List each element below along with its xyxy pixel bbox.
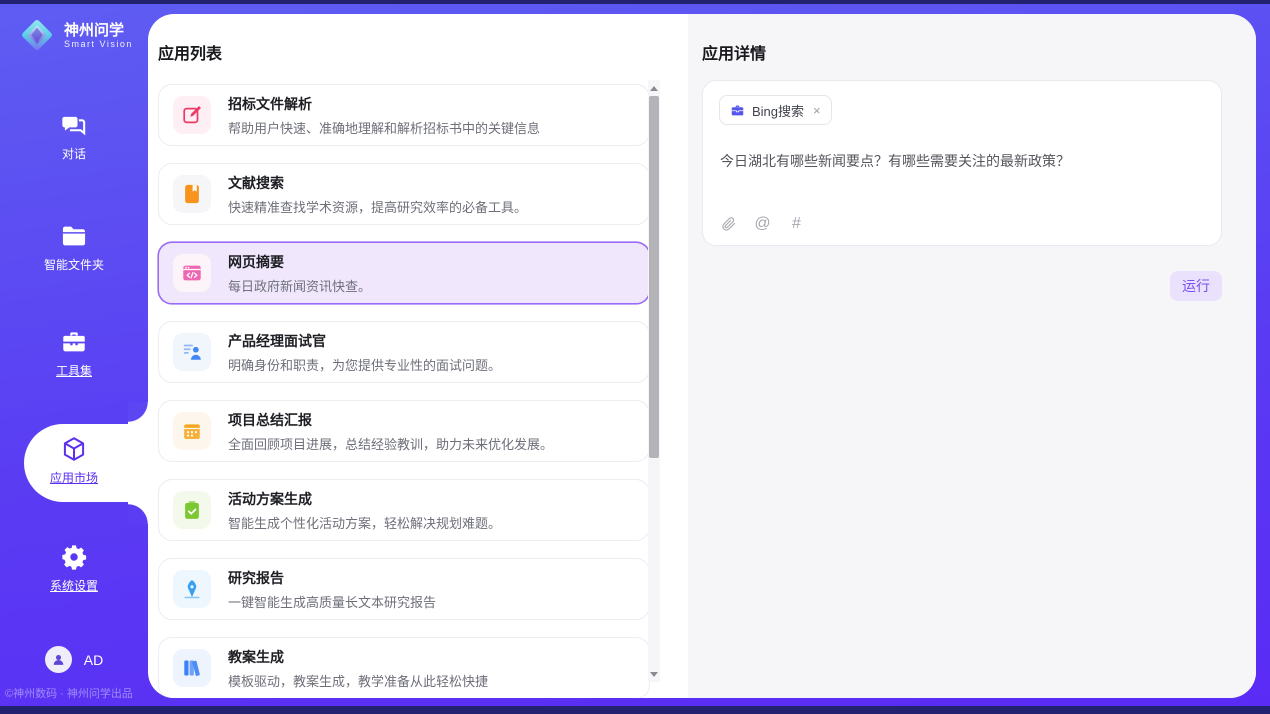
scrollbar-thumb[interactable] <box>649 96 659 458</box>
scroll-down-arrow-icon[interactable] <box>648 668 660 680</box>
app-icon <box>173 333 211 371</box>
app-icon <box>173 491 211 529</box>
user-account[interactable]: AD <box>0 646 148 673</box>
avatar <box>45 646 72 673</box>
app-icon <box>173 254 211 292</box>
hash-icon[interactable]: # <box>788 215 805 232</box>
sidebar-item-label: 工具集 <box>56 362 92 379</box>
folder-icon <box>60 222 88 250</box>
brand-subtitle: Smart Vision <box>64 39 133 49</box>
content-area: 应用列表 招标文件解析 帮助用户快速、准确地理解和解析招标书中的关键信息 文献搜… <box>148 14 1256 698</box>
toolbox-icon <box>60 328 88 356</box>
app-card[interactable]: 研究报告 一键智能生成高质量长文本研究报告 <box>158 558 650 620</box>
app-detail-panel: 应用详情 Bing搜索 × 今日湖北有哪些新闻要点？有哪些需要关注的最新政策？ … <box>688 14 1256 698</box>
app-icon <box>173 96 211 134</box>
app-description: 每日政府新闻资讯快查。 <box>228 276 371 295</box>
sidebar-item-toolset[interactable]: 工具集 <box>0 328 148 380</box>
app-card-text: 产品经理面试官 明确身份和职责，为您提供专业性的面试问题。 <box>228 331 501 374</box>
briefcase-icon <box>730 103 745 118</box>
app-card[interactable]: 活动方案生成 智能生成个性化活动方案，轻松解决规划难题。 <box>158 479 650 541</box>
app-card-text: 教案生成 模板驱动，教案生成，教学准备从此轻松快捷 <box>228 647 488 690</box>
app-description: 一键智能生成高质量长文本研究报告 <box>228 592 436 611</box>
app-name: 项目总结汇报 <box>228 410 553 430</box>
app-description: 全面回顾项目进展，总结经验教训，助力未来优化发展。 <box>228 434 553 453</box>
tool-tag-label: Bing搜索 <box>752 101 804 120</box>
app-card-text: 文献搜索 快速精准查找学术资源，提高研究效率的必备工具。 <box>228 173 527 216</box>
app-list: 招标文件解析 帮助用户快速、准确地理解和解析招标书中的关键信息 文献搜索 快速精… <box>158 84 650 698</box>
app-name: 网页摘要 <box>228 252 371 272</box>
scroll-up-arrow-icon[interactable] <box>648 82 660 94</box>
app-card[interactable]: 项目总结汇报 全面回顾项目进展，总结经验教训，助力未来优化发展。 <box>158 400 650 462</box>
sidebar: 神州问学 Smart Vision 对话 智能文件夹 工具集 应用市场 系统设置 <box>0 4 148 706</box>
query-input[interactable]: 今日湖北有哪些新闻要点？有哪些需要关注的最新政策？ <box>720 151 1206 171</box>
sidebar-item-label: 智能文件夹 <box>44 256 104 273</box>
app-description: 智能生成个性化活动方案，轻松解决规划难题。 <box>228 513 501 532</box>
app-icon <box>173 175 211 213</box>
app-name: 文献搜索 <box>228 173 527 193</box>
app-card-text: 项目总结汇报 全面回顾项目进展，总结经验教训，助力未来优化发展。 <box>228 410 553 453</box>
sidebar-item-label: 应用市场 <box>50 469 98 486</box>
app-card-text: 研究报告 一键智能生成高质量长文本研究报告 <box>228 568 436 611</box>
app-card[interactable]: 文献搜索 快速精准查找学术资源，提高研究效率的必备工具。 <box>158 163 650 225</box>
app-card[interactable]: 网页摘要 每日政府新闻资讯快查。 <box>158 242 650 304</box>
close-icon[interactable]: × <box>813 104 821 117</box>
app-description: 明确身份和职责，为您提供专业性的面试问题。 <box>228 355 501 374</box>
app-description: 快速精准查找学术资源，提高研究效率的必备工具。 <box>228 197 527 216</box>
diamond-logo-icon <box>18 16 56 54</box>
app-card[interactable]: 产品经理面试官 明确身份和职责，为您提供专业性的面试问题。 <box>158 321 650 383</box>
brand-logo: 神州问学 Smart Vision <box>18 16 133 54</box>
query-composer[interactable]: Bing搜索 × 今日湖北有哪些新闻要点？有哪些需要关注的最新政策？ @ # <box>702 80 1222 246</box>
sidebar-item-settings[interactable]: 系统设置 <box>0 543 148 595</box>
sidebar-item-label: 系统设置 <box>50 577 98 594</box>
brand-name: 神州问学 <box>64 22 133 39</box>
app-detail-title: 应用详情 <box>702 40 766 64</box>
app-card[interactable]: 招标文件解析 帮助用户快速、准确地理解和解析招标书中的关键信息 <box>158 84 650 146</box>
app-name: 产品经理面试官 <box>228 331 501 351</box>
brand-text: 神州问学 Smart Vision <box>64 22 133 49</box>
app-card-text: 招标文件解析 帮助用户快速、准确地理解和解析招标书中的关键信息 <box>228 94 540 137</box>
app-card-text: 活动方案生成 智能生成个性化活动方案，轻松解决规划难题。 <box>228 489 501 532</box>
app-name: 招标文件解析 <box>228 94 540 114</box>
bubble-curve-bottom <box>128 502 148 524</box>
cube-icon <box>60 435 88 463</box>
app-window: 神州问学 Smart Vision 对话 智能文件夹 工具集 应用市场 系统设置 <box>0 0 1270 714</box>
user-initials: AD <box>84 652 103 668</box>
app-name: 教案生成 <box>228 647 488 667</box>
app-name: 研究报告 <box>228 568 436 588</box>
app-list-title: 应用列表 <box>158 40 222 64</box>
app-description: 模板驱动，教案生成，教学准备从此轻松快捷 <box>228 671 488 690</box>
gear-icon <box>60 543 88 571</box>
run-button[interactable]: 运行 <box>1170 271 1222 301</box>
sidebar-item-chat[interactable]: 对话 <box>0 111 148 163</box>
copyright-text: ©神州数码 · 神州问学出品 <box>5 685 133 701</box>
person-icon <box>50 651 67 668</box>
app-description: 帮助用户快速、准确地理解和解析招标书中的关键信息 <box>228 118 540 137</box>
app-name: 活动方案生成 <box>228 489 501 509</box>
sidebar-item-app-market[interactable]: 应用市场 <box>0 435 148 487</box>
app-icon <box>173 570 211 608</box>
app-card-text: 网页摘要 每日政府新闻资讯快查。 <box>228 252 371 295</box>
list-scrollbar[interactable] <box>648 80 660 682</box>
sidebar-item-smart-folder[interactable]: 智能文件夹 <box>0 222 148 274</box>
app-icon <box>173 649 211 687</box>
attachment-icon[interactable] <box>720 215 737 232</box>
app-card[interactable]: 教案生成 模板驱动，教案生成，教学准备从此轻松快捷 <box>158 637 650 698</box>
mention-icon[interactable]: @ <box>754 215 771 232</box>
tool-tag-bing-search[interactable]: Bing搜索 × <box>719 95 832 125</box>
composer-toolbar: @ # <box>720 215 805 232</box>
sidebar-item-label: 对话 <box>62 145 86 162</box>
bubble-curve-top <box>128 402 148 424</box>
chat-icon <box>60 111 88 139</box>
app-icon <box>173 412 211 450</box>
